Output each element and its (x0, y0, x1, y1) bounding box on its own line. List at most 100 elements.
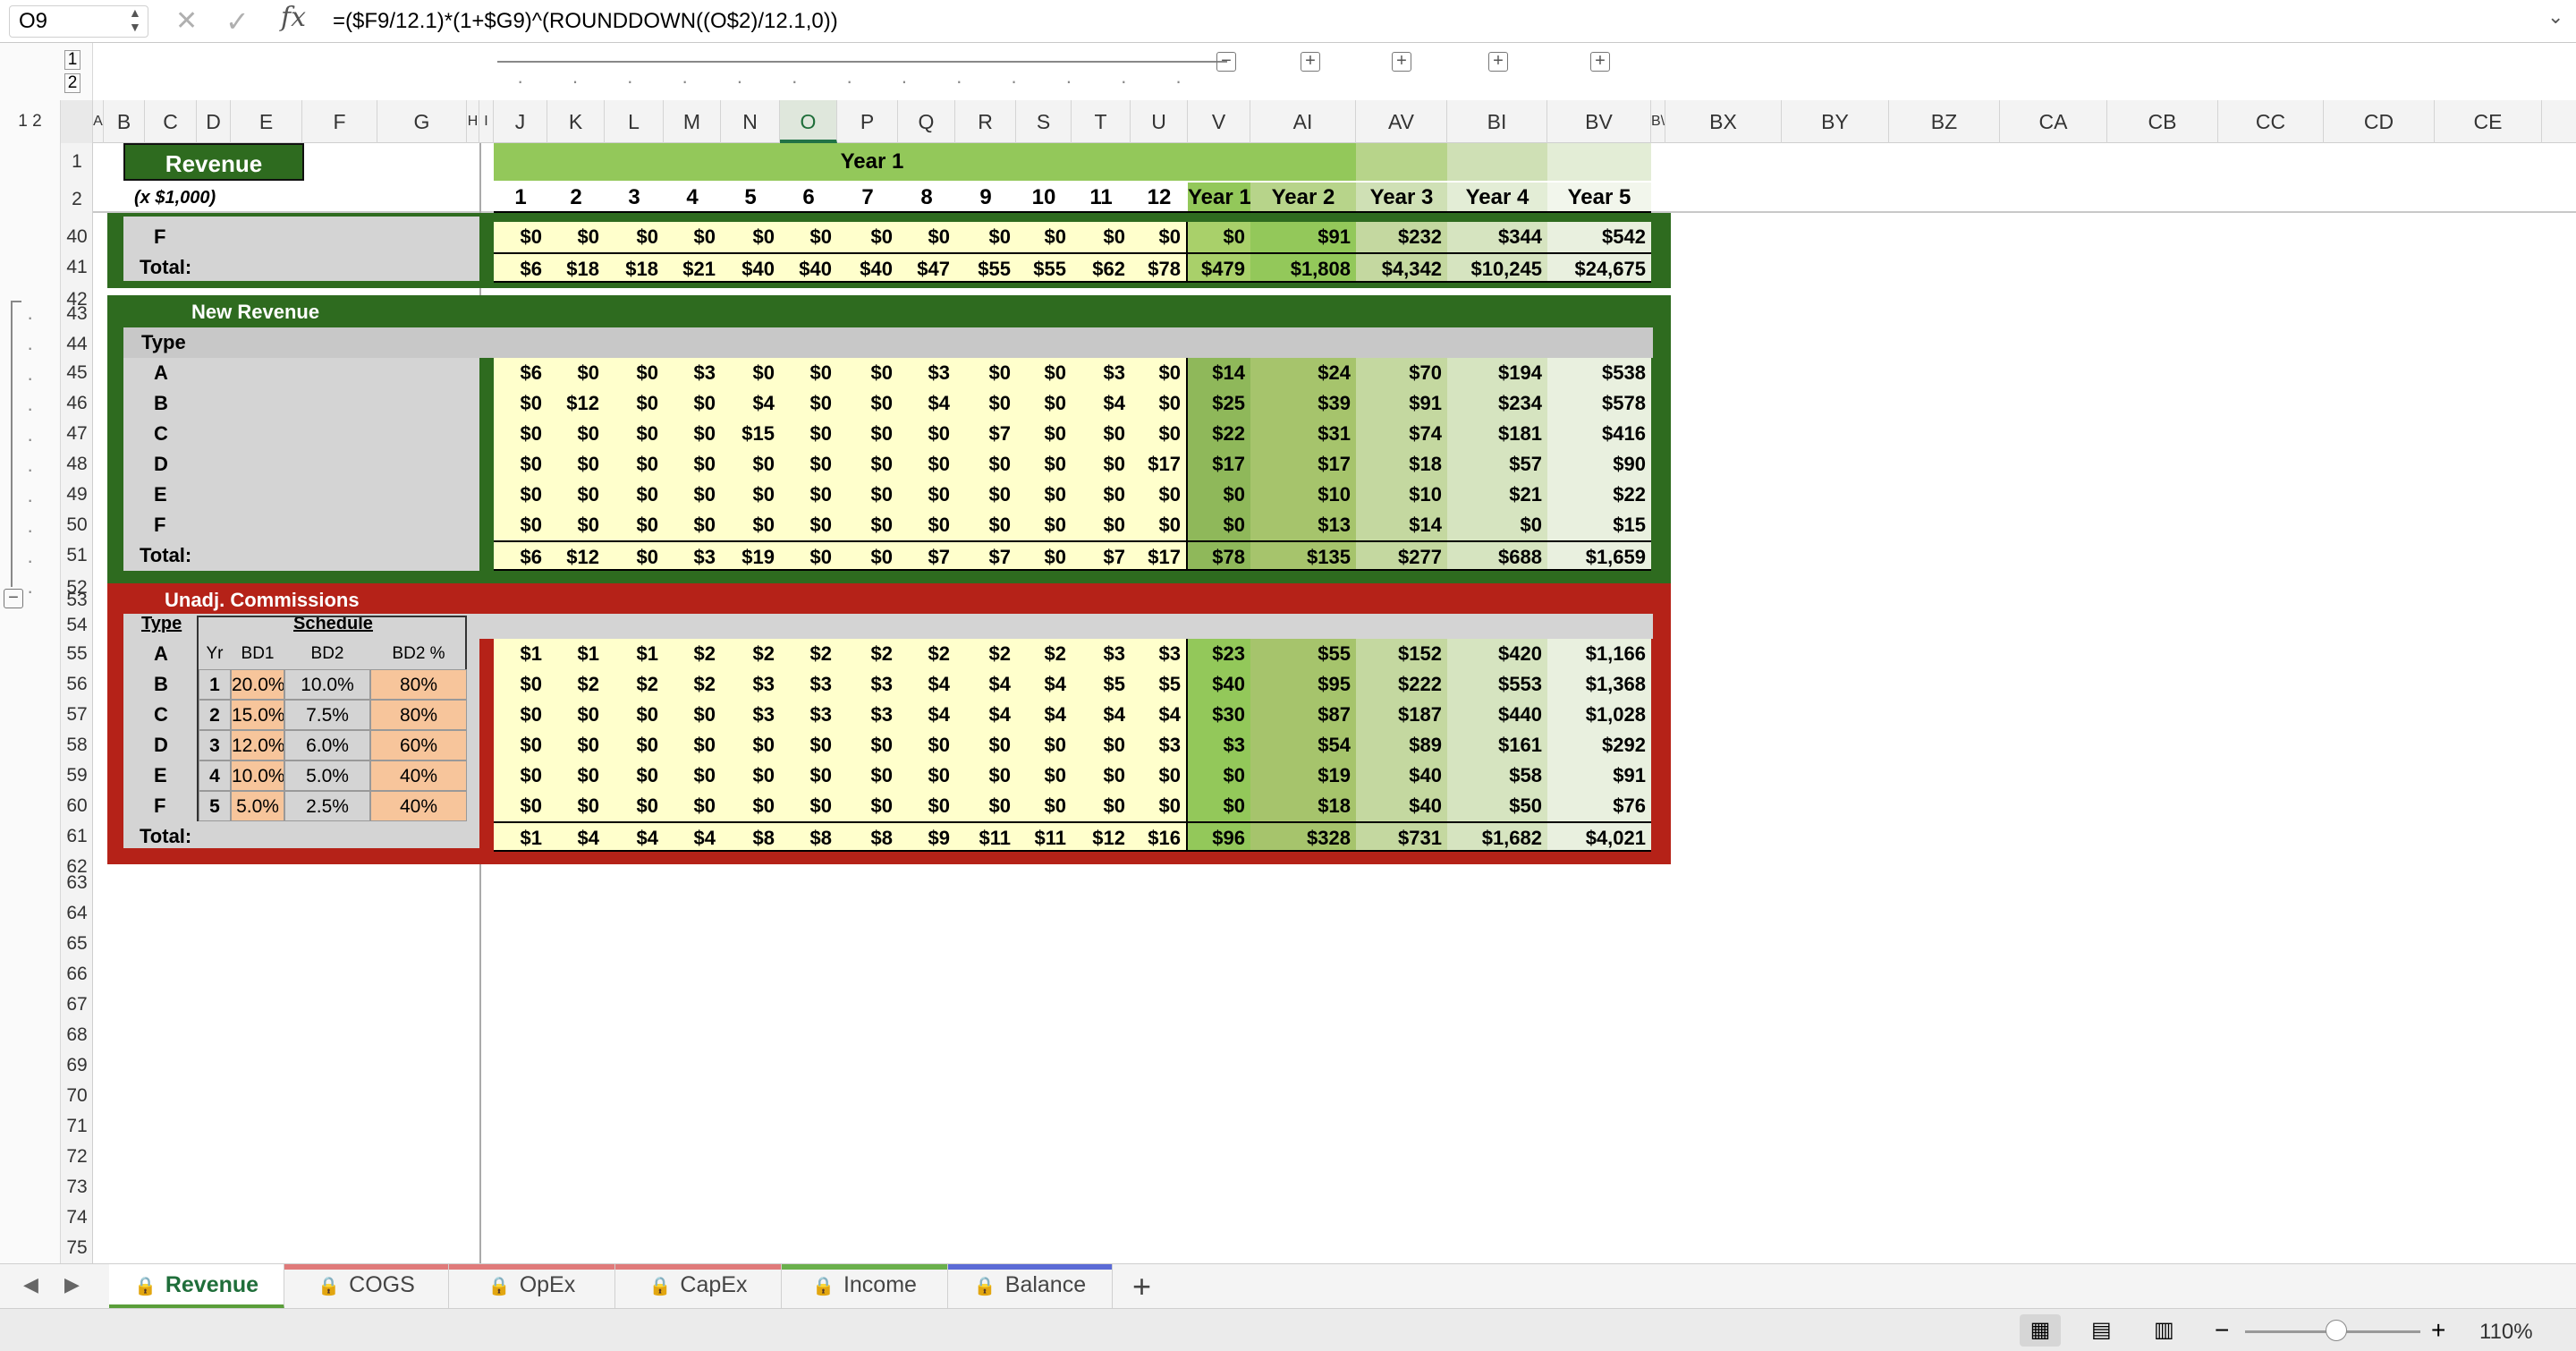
revenue-title-cell[interactable]: Revenue (123, 143, 304, 181)
value-cell[interactable]: $14 (1356, 510, 1447, 540)
value-cell[interactable]: $4 (955, 669, 1016, 700)
value-cell[interactable]: $0 (664, 730, 721, 760)
value-cell[interactable]: $7 (955, 540, 1016, 571)
value-cell[interactable]: $0 (664, 388, 721, 419)
column-header-g[interactable]: G (377, 100, 467, 143)
value-cell[interactable]: $0 (1131, 480, 1188, 510)
value-cell[interactable]: $17 (1250, 449, 1356, 480)
value-cell[interactable]: $40 (837, 252, 898, 283)
value-cell[interactable]: $55 (1250, 639, 1356, 669)
value-cell[interactable]: $0 (494, 419, 547, 449)
value-cell[interactable]: $1,028 (1547, 700, 1651, 730)
value-cell[interactable]: $3 (837, 669, 898, 700)
row-header[interactable]: 40 (61, 222, 93, 252)
value-cell[interactable]: $2 (721, 639, 780, 669)
value-cell[interactable]: $11 (955, 821, 1016, 852)
value-cell[interactable]: $47 (898, 252, 955, 283)
schedule-cell[interactable]: 2 (199, 700, 231, 730)
value-cell[interactable]: $10,245 (1447, 252, 1547, 283)
value-cell[interactable]: $0 (1131, 791, 1188, 821)
value-cell[interactable]: $4 (898, 388, 955, 419)
value-cell[interactable]: $4 (721, 388, 780, 419)
value-cell[interactable]: $24,675 (1547, 252, 1651, 283)
value-cell[interactable]: $40 (1356, 791, 1447, 821)
value-cell[interactable]: $0 (494, 449, 547, 480)
value-cell[interactable]: $50 (1447, 791, 1547, 821)
value-cell[interactable]: $91 (1547, 760, 1651, 791)
value-cell[interactable]: $0 (1131, 760, 1188, 791)
value-cell[interactable]: $17 (1188, 449, 1250, 480)
value-cell[interactable]: $4 (1131, 700, 1188, 730)
column-header-l[interactable]: L (605, 100, 664, 143)
schedule-cell[interactable]: 15.0% (231, 700, 284, 730)
value-cell[interactable]: $0 (721, 358, 780, 388)
value-cell[interactable]: $0 (1072, 222, 1131, 252)
column-header-j[interactable]: J (494, 100, 547, 143)
value-cell[interactable]: $0 (837, 419, 898, 449)
value-cell[interactable]: $1 (547, 639, 605, 669)
value-cell[interactable]: $0 (547, 760, 605, 791)
value-cell[interactable]: $328 (1250, 821, 1356, 852)
value-cell[interactable]: $0 (605, 358, 664, 388)
value-cell[interactable]: $0 (1072, 730, 1131, 760)
column-header-u[interactable]: U (1131, 100, 1188, 143)
value-cell[interactable]: $8 (721, 821, 780, 852)
column-header-ce[interactable]: CE (2435, 100, 2542, 143)
value-cell[interactable]: $3 (898, 358, 955, 388)
value-cell[interactable]: $0 (1016, 510, 1072, 540)
value-cell[interactable]: $0 (837, 760, 898, 791)
schedule-cell[interactable]: 12.0% (231, 730, 284, 760)
sheet-tab-capex[interactable]: 🔒 CapEx (615, 1264, 782, 1309)
value-cell[interactable]: $4 (1016, 669, 1072, 700)
value-cell[interactable]: $9 (898, 821, 955, 852)
value-cell[interactable]: $4 (1072, 700, 1131, 730)
value-cell[interactable]: $0 (605, 730, 664, 760)
value-cell[interactable]: $0 (1188, 760, 1250, 791)
value-cell[interactable]: $0 (494, 510, 547, 540)
value-cell[interactable]: $0 (780, 222, 837, 252)
column-header-bz[interactable]: BZ (1889, 100, 2000, 143)
value-cell[interactable]: $0 (605, 388, 664, 419)
row-header[interactable]: 49 (61, 480, 93, 510)
value-cell[interactable]: $0 (898, 791, 955, 821)
row-header[interactable]: 74 (61, 1202, 93, 1233)
column-header-t[interactable]: T (1072, 100, 1131, 143)
value-cell[interactable]: $14 (1188, 358, 1250, 388)
value-cell[interactable]: $0 (1072, 480, 1131, 510)
value-cell[interactable]: $0 (1131, 358, 1188, 388)
value-cell[interactable]: $3 (664, 358, 721, 388)
value-cell[interactable]: $1,368 (1547, 669, 1651, 700)
schedule-cell[interactable]: 40% (370, 760, 467, 791)
value-cell[interactable]: $0 (1016, 480, 1072, 510)
value-cell[interactable]: $0 (837, 358, 898, 388)
value-cell[interactable]: $0 (1016, 358, 1072, 388)
value-cell[interactable]: $0 (494, 730, 547, 760)
value-cell[interactable]: $187 (1356, 700, 1447, 730)
value-cell[interactable]: $0 (547, 222, 605, 252)
expand-group-button[interactable]: + (1590, 52, 1610, 72)
zoom-slider-thumb[interactable] (2326, 1320, 2347, 1341)
row-header[interactable]: 65 (61, 929, 93, 959)
column-header-e[interactable]: E (231, 100, 302, 143)
value-cell[interactable]: $19 (1250, 760, 1356, 791)
value-cell[interactable]: $0 (605, 540, 664, 571)
column-header-av[interactable]: AV (1356, 100, 1447, 143)
value-cell[interactable]: $3 (1072, 639, 1131, 669)
value-cell[interactable]: $0 (664, 700, 721, 730)
column-header-o[interactable]: O (780, 100, 837, 143)
value-cell[interactable]: $0 (1188, 222, 1250, 252)
value-cell[interactable]: $479 (1188, 252, 1250, 283)
value-cell[interactable]: $0 (955, 510, 1016, 540)
row-header[interactable]: 70 (61, 1081, 93, 1111)
value-cell[interactable]: $8 (837, 821, 898, 852)
page-break-view-icon[interactable]: ▥ (2154, 1314, 2174, 1347)
value-cell[interactable]: $54 (1250, 730, 1356, 760)
column-header-m[interactable]: M (664, 100, 721, 143)
value-cell[interactable]: $0 (837, 730, 898, 760)
outline-level-1-buttons[interactable]: 1 2 (0, 100, 61, 143)
value-cell[interactable]: $0 (721, 222, 780, 252)
schedule-cell[interactable]: 80% (370, 669, 467, 700)
value-cell[interactable]: $62 (1072, 252, 1131, 283)
column-header-i[interactable]: I (479, 100, 494, 143)
value-cell[interactable]: $0 (780, 419, 837, 449)
